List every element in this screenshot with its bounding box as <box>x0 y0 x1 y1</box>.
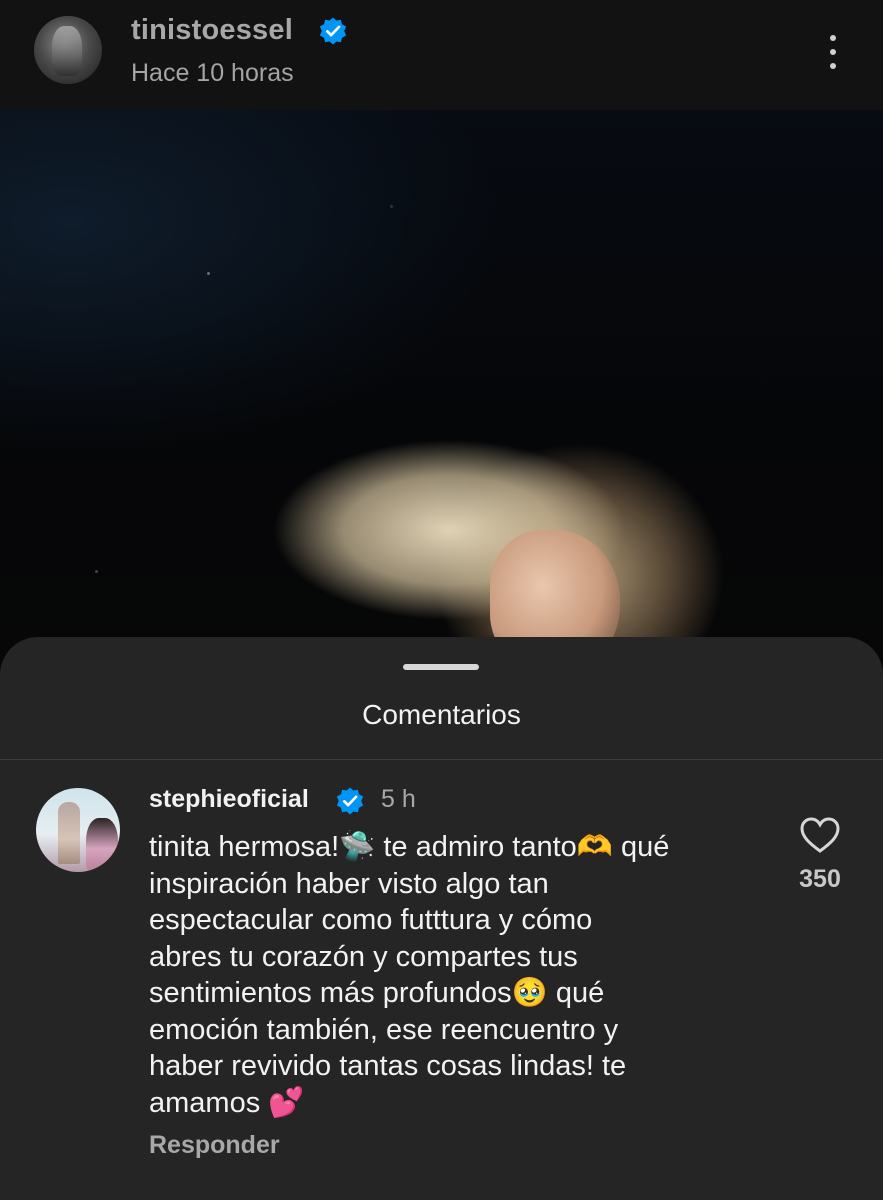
post-timestamp: Hace 10 horas <box>131 59 294 87</box>
comment-text: tinita hermosa!🛸 te admiro tanto🫶 qué in… <box>149 831 670 1119</box>
comments-sheet: Comentarios stephieoficial 5 h tinita he… <box>0 637 883 1200</box>
sheet-drag-handle[interactable] <box>403 664 479 670</box>
heart-icon[interactable] <box>799 816 841 854</box>
sheet-title: Comentarios <box>362 699 521 730</box>
comment-timestamp: 5 h <box>381 785 416 813</box>
commenter-username[interactable]: stephieoficial <box>149 785 309 814</box>
author-username[interactable]: tinistoessel <box>131 14 293 47</box>
photo-hair <box>215 395 735 670</box>
sheet-divider <box>0 759 883 760</box>
reply-button[interactable]: Responder <box>149 1131 280 1160</box>
verified-badge-icon <box>336 787 364 815</box>
post-header: tinistoessel Hace 10 horas <box>0 0 883 110</box>
author-avatar[interactable] <box>34 16 102 84</box>
more-options-icon[interactable] <box>822 32 844 72</box>
verified-badge-icon <box>319 17 347 45</box>
commenter-avatar[interactable] <box>36 788 120 872</box>
like-count: 350 <box>799 865 841 893</box>
post-photo[interactable] <box>0 110 883 670</box>
